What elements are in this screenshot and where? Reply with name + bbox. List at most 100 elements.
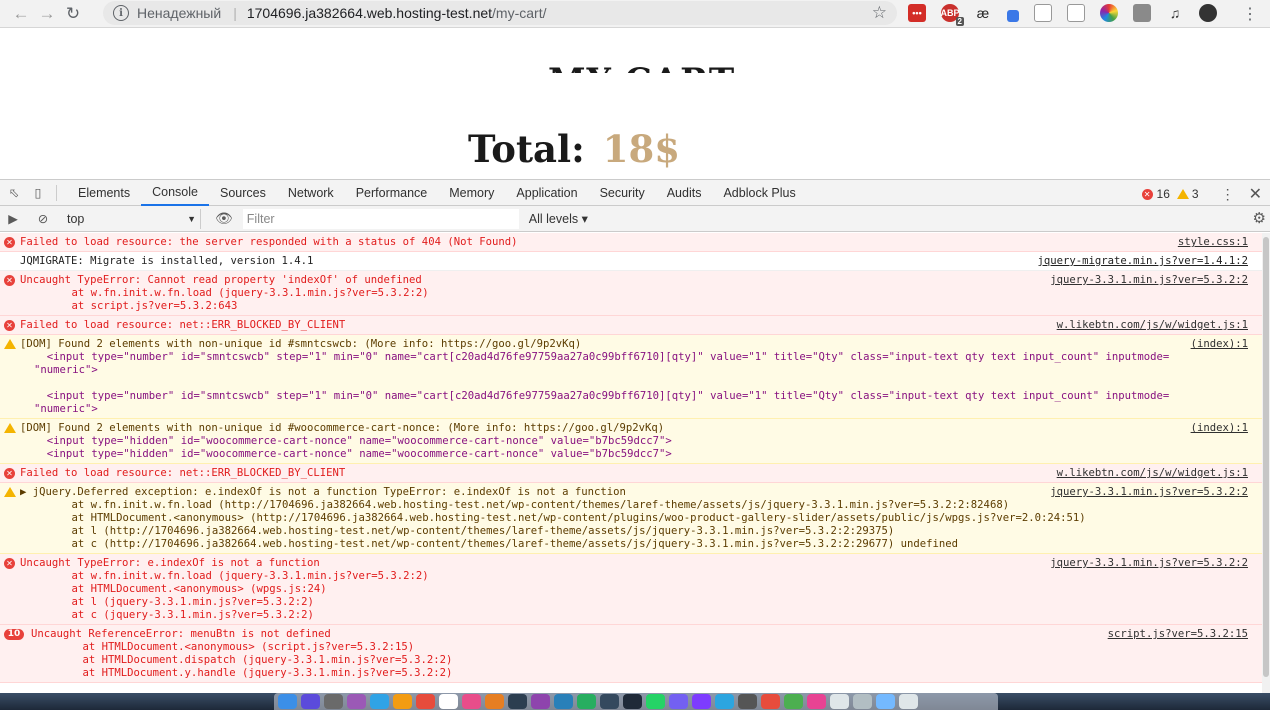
- dock-app-icon[interactable]: [531, 694, 550, 709]
- tab-elements[interactable]: Elements: [67, 180, 141, 206]
- console-message-warn[interactable]: ▶ jQuery.Deferred exception: e.indexOf i…: [0, 483, 1270, 554]
- dock-app-icon[interactable]: [301, 694, 320, 709]
- scrollbar-thumb[interactable]: [1263, 237, 1269, 677]
- message-detail-line: at w.fn.init.w.fn.load (jquery-3.3.1.min…: [46, 570, 429, 582]
- dock-app-icon[interactable]: [600, 694, 619, 709]
- colorpicker-extension-icon[interactable]: [1007, 10, 1019, 22]
- dock-app-icon[interactable]: [508, 694, 527, 709]
- tab-performance[interactable]: Performance: [345, 180, 439, 206]
- message-source-link[interactable]: script.js?ver=5.3.2:15: [1108, 628, 1248, 641]
- warning-count[interactable]: 3: [1192, 187, 1199, 201]
- dock-app-icon[interactable]: [761, 694, 780, 709]
- log-levels-dropdown[interactable]: All levels ▾: [529, 211, 588, 226]
- tab-network[interactable]: Network: [277, 180, 345, 206]
- warning-count-icon[interactable]: [1176, 189, 1189, 199]
- console-message-error[interactable]: ✕ Failed to load resource: net::ERR_BLOCK…: [0, 316, 1270, 335]
- message-source-link[interactable]: jquery-3.3.1.min.js?ver=5.3.2:2: [1050, 486, 1248, 499]
- dock-app-icon[interactable]: [899, 694, 918, 709]
- reload-icon[interactable]: ↻: [60, 3, 86, 25]
- dock-app-icon[interactable]: [807, 694, 826, 709]
- dock-app-icon[interactable]: [278, 694, 297, 709]
- dock-app-icon[interactable]: [393, 694, 412, 709]
- macos-dock: [274, 693, 998, 710]
- close-devtools-icon[interactable]: ✕: [1249, 184, 1262, 204]
- message-source-link[interactable]: jquery-migrate.min.js?ver=1.4.1:2: [1038, 255, 1248, 268]
- url-host: 1704696.ja382664.web.hosting-test.net: [246, 5, 493, 21]
- message-source-link[interactable]: (index):1: [1191, 338, 1248, 351]
- message-source-link[interactable]: jquery-3.3.1.min.js?ver=5.3.2:2: [1050, 557, 1248, 570]
- console-message-info[interactable]: JQMIGRATE: Migrate is installed, version…: [0, 252, 1270, 271]
- dock-app-icon[interactable]: [623, 694, 642, 709]
- devtools-menu-icon[interactable]: ⋮: [1221, 186, 1235, 203]
- live-expression-eye-icon[interactable]: 👁: [215, 210, 233, 227]
- console-filter-input[interactable]: [242, 208, 519, 229]
- message-detail-line: <input type="number" id="smntcswcb" step…: [34, 390, 1170, 402]
- inspect-element-icon[interactable]: ⬁: [4, 183, 24, 203]
- dock-app-icon[interactable]: [370, 694, 389, 709]
- dock-app-icon[interactable]: [853, 694, 872, 709]
- message-source-link[interactable]: w.likebtn.com/js/w/widget.js:1: [1057, 467, 1248, 480]
- error-count[interactable]: 16: [1157, 187, 1170, 201]
- dock-app-icon[interactable]: [669, 694, 688, 709]
- console-message-error[interactable]: ✕ Uncaught TypeError: e.indexOf is not a …: [0, 554, 1270, 625]
- console-settings-gear-icon[interactable]: ⚙: [1253, 209, 1266, 227]
- console-message-error[interactable]: ✕ Failed to load resource: the server res…: [0, 233, 1270, 252]
- back-arrow-icon[interactable]: ←: [8, 3, 34, 25]
- tab-security[interactable]: Security: [589, 180, 656, 206]
- ae-extension-icon[interactable]: æ: [974, 4, 992, 22]
- sidebar-toggle-icon[interactable]: ▶: [3, 209, 23, 229]
- dock-app-icon[interactable]: [784, 694, 803, 709]
- forward-arrow-icon[interactable]: →: [34, 3, 60, 25]
- tab-application[interactable]: Application: [505, 180, 588, 206]
- console-message-warn[interactable]: [DOM] Found 2 elements with non-unique i…: [0, 419, 1270, 464]
- console-message-error[interactable]: 10 Uncaught ReferenceError: menuBtn is no…: [0, 625, 1270, 683]
- tab-audits[interactable]: Audits: [656, 180, 713, 206]
- dock-app-icon[interactable]: [462, 694, 481, 709]
- message-source-link[interactable]: style.css:1: [1178, 236, 1248, 249]
- lastpass-extension-icon[interactable]: •••: [908, 4, 926, 22]
- color-wheel-extension-icon[interactable]: [1100, 4, 1118, 22]
- browser-menu-icon[interactable]: ⋮: [1242, 4, 1258, 24]
- message-source-link[interactable]: jquery-3.3.1.min.js?ver=5.3.2:2: [1050, 274, 1248, 287]
- adblock-extension-icon[interactable]: ABP 2: [941, 4, 964, 26]
- music-extension-icon[interactable]: ♫: [1166, 4, 1184, 22]
- screenshot-extension-icon[interactable]: [1067, 4, 1085, 22]
- dock-app-icon[interactable]: [439, 694, 458, 709]
- message-text: Uncaught ReferenceError: menuBtn is not …: [31, 628, 331, 640]
- message-detail-line: at HTMLDocument.dispatch (jquery-3.3.1.m…: [57, 654, 453, 666]
- tab-sources[interactable]: Sources: [209, 180, 277, 206]
- console-message-error[interactable]: ✕ Uncaught TypeError: Cannot read propert…: [0, 271, 1270, 316]
- error-icon: ✕: [4, 558, 15, 569]
- web-page: MY CART Total: 18$: [0, 28, 1270, 179]
- error-count-icon[interactable]: ✕: [1141, 188, 1153, 200]
- device-toolbar-icon[interactable]: ▯: [28, 183, 48, 203]
- console-message-warn[interactable]: [DOM] Found 2 elements with non-unique i…: [0, 335, 1270, 419]
- clear-console-icon[interactable]: ⊘: [33, 209, 53, 229]
- tab-adblock-plus[interactable]: Adblock Plus: [712, 180, 806, 206]
- tab-memory[interactable]: Memory: [438, 180, 505, 206]
- camera-extension-icon[interactable]: [1133, 4, 1151, 22]
- dock-app-icon[interactable]: [692, 694, 711, 709]
- context-select[interactable]: top ▼: [63, 208, 201, 229]
- dock-app-icon[interactable]: [830, 694, 849, 709]
- dock-app-icon[interactable]: [416, 694, 435, 709]
- dock-app-icon[interactable]: [577, 694, 596, 709]
- console-message-error[interactable]: ✕ Failed to load resource: net::ERR_BLOCK…: [0, 464, 1270, 483]
- dock-app-icon[interactable]: [347, 694, 366, 709]
- address-bar[interactable]: i Ненадежный | 1704696.ja382664.web.host…: [103, 1, 897, 25]
- profile-avatar[interactable]: [1199, 4, 1217, 22]
- bookmark-star-icon[interactable]: ☆: [872, 3, 887, 23]
- console-scrollbar[interactable]: [1262, 233, 1270, 693]
- message-source-link[interactable]: w.likebtn.com/js/w/widget.js:1: [1057, 319, 1248, 332]
- dock-app-icon[interactable]: [485, 694, 504, 709]
- video-extension-icon[interactable]: [1034, 4, 1052, 22]
- dock-app-icon[interactable]: [876, 694, 895, 709]
- dock-app-icon[interactable]: [646, 694, 665, 709]
- dock-app-icon[interactable]: [554, 694, 573, 709]
- info-icon[interactable]: i: [113, 5, 129, 21]
- dock-app-icon[interactable]: [738, 694, 757, 709]
- dock-app-icon[interactable]: [324, 694, 343, 709]
- tab-console[interactable]: Console: [141, 180, 209, 206]
- dock-app-icon[interactable]: [715, 694, 734, 709]
- message-source-link[interactable]: (index):1: [1191, 422, 1248, 435]
